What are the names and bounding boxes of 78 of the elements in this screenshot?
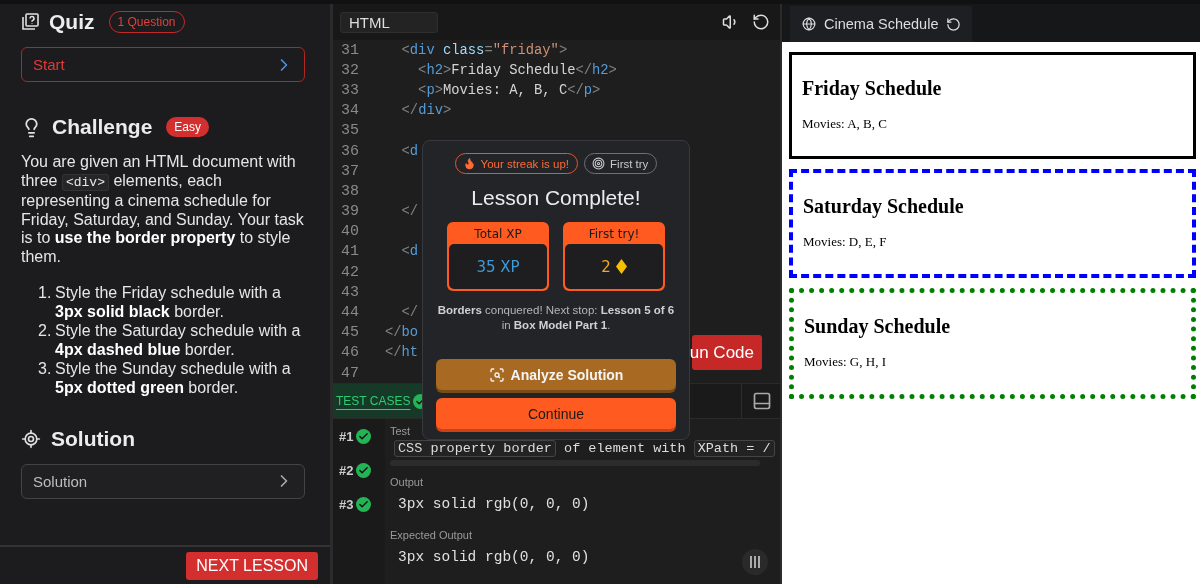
- code-line: </: [400, 204, 419, 220]
- html-tab[interactable]: HTML: [340, 11, 438, 33]
- schedule-heading: Friday Schedule: [802, 77, 943, 100]
- test-description: CSS property border of element with XPath = /: [394, 441, 775, 456]
- globe-icon: [802, 17, 816, 31]
- stat-value: 35 XP: [449, 244, 547, 289]
- code-line: <div class="friday">: [400, 42, 568, 58]
- line-number: 34: [340, 102, 360, 120]
- refresh-icon[interactable]: [946, 16, 962, 32]
- solution-title: Solution: [51, 426, 135, 451]
- line-number: 46: [340, 344, 360, 362]
- code-line: <h2>Friday Schedule</h2>: [417, 62, 617, 78]
- stat-label: Total XP: [473, 226, 523, 243]
- output-label: Output: [390, 476, 424, 488]
- difficulty-badge: Easy: [166, 117, 210, 137]
- line-number: 47: [340, 364, 360, 382]
- quiz-title: Quiz: [49, 10, 95, 34]
- step-text: Style the Saturday schedule with a 4px dashed blue border.: [55, 320, 302, 359]
- code-line: </bo: [385, 325, 419, 341]
- line-number: 41: [340, 243, 360, 261]
- output-value: 3px solid rgb(0, 0, 0): [398, 496, 590, 512]
- line-number: 33: [340, 81, 360, 99]
- line-number: 36: [340, 142, 360, 160]
- test-case-label[interactable]: #2: [339, 462, 354, 478]
- line-number: 44: [340, 304, 360, 322]
- target-icon: [21, 428, 41, 449]
- schedule-movies: Movies: G, H, I: [804, 354, 887, 370]
- line-number: 45: [340, 324, 360, 342]
- stat-label: First try!: [587, 226, 641, 243]
- code-line: </div>: [400, 103, 452, 119]
- dialog-title: Lesson Complete!: [471, 186, 641, 210]
- schedule-heading: Sunday Schedule: [804, 315, 952, 338]
- diamond-icon: [615, 259, 627, 274]
- schedule-heading: Saturday Schedule: [803, 195, 965, 218]
- schedule-movies: Movies: A, B, C: [802, 116, 888, 132]
- stat-value: 2: [565, 244, 663, 289]
- code-line: <d: [400, 143, 419, 159]
- line-number: 38: [340, 182, 360, 200]
- step-number: 2.: [38, 320, 53, 341]
- line-number: 31: [340, 41, 360, 59]
- next-lesson-button[interactable]: NEXT LESSON: [186, 551, 318, 580]
- code-line: </ht: [385, 345, 419, 361]
- challenge-title: Challenge: [52, 115, 153, 139]
- test-case-label[interactable]: #1: [339, 428, 354, 444]
- target-icon: [592, 157, 606, 170]
- schedule-movies: Movies: D, E, F: [803, 234, 888, 250]
- solution-button[interactable]: Solution: [21, 463, 305, 499]
- reset-icon[interactable]: [752, 13, 770, 31]
- test-case-label[interactable]: #3: [339, 496, 354, 512]
- code-line: <p>Movies: A, B, C</p>: [417, 82, 601, 98]
- step-text: Style the Friday schedule with a 3px solid black border.: [55, 282, 282, 321]
- start-button[interactable]: Start: [21, 47, 305, 82]
- test-label: Test: [390, 425, 411, 437]
- analyze-icon: [488, 366, 505, 383]
- analyze-solution-button[interactable]: Analyze Solution: [436, 359, 676, 390]
- panel-icon[interactable]: [752, 391, 772, 411]
- step-number: 3.: [38, 358, 53, 379]
- challenge-description: You are given an HTML document with three <div> elements, each representing a cinema schedule for Friday, Saturday, and Sunday. Your task is to use the border property to style them.: [21, 153, 305, 267]
- grip-icon[interactable]: [742, 549, 768, 575]
- continue-button[interactable]: Continue: [436, 398, 676, 429]
- step-text: Style the Sunday schedule with a 5px dotted green border.: [55, 358, 292, 397]
- flame-icon: [462, 157, 476, 170]
- line-number: 39: [340, 203, 360, 221]
- preview-title: Cinema Schedule: [824, 16, 939, 32]
- expected-output-value: 3px solid rgb(0, 0, 0): [398, 549, 590, 565]
- step-number: 1.: [38, 282, 53, 303]
- line-number: 35: [340, 122, 360, 140]
- dialog-message: Borders conquered! Next stop: Lesson 5 of 6 in Box Model Part 1.: [436, 303, 676, 333]
- code-line: </: [400, 305, 419, 321]
- line-number: 43: [340, 283, 360, 301]
- quiz-icon: [21, 13, 39, 31]
- line-number: 40: [340, 223, 360, 241]
- line-number: 32: [340, 61, 360, 79]
- preview-tab[interactable]: Cinema Schedule: [790, 6, 972, 42]
- code-line: <d: [400, 244, 419, 260]
- line-number: 37: [340, 162, 360, 180]
- expected-output-label: Expected Output: [390, 529, 472, 541]
- line-number: 42: [340, 263, 360, 281]
